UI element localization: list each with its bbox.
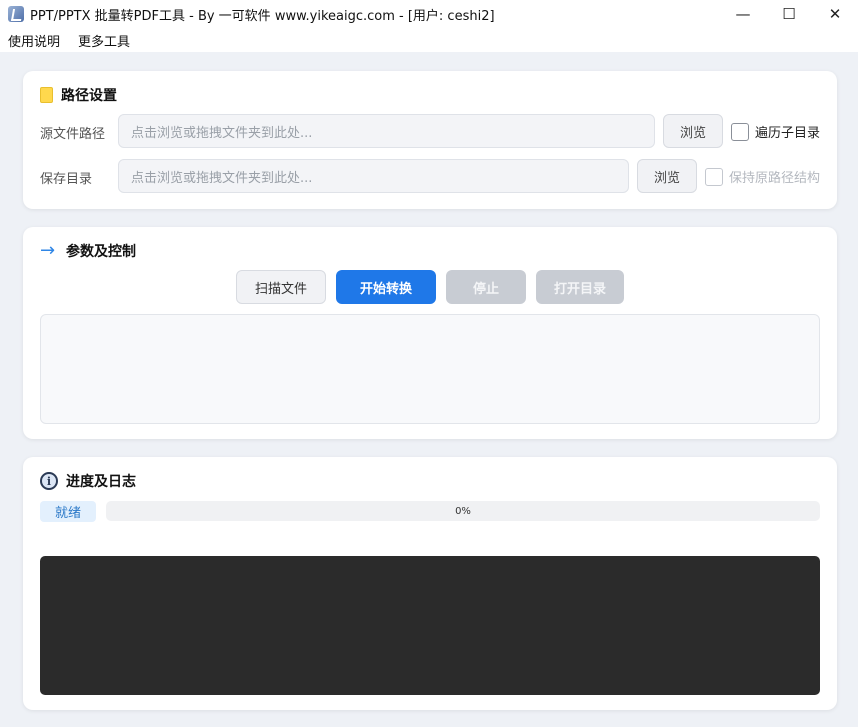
keep-structure-label: 保持原路径结构 [729, 171, 821, 186]
traverse-subdir-checkbox[interactable]: 遍历子目录 [731, 122, 820, 141]
panel-header: i 进度及日志 [40, 471, 136, 491]
start-convert-button[interactable]: 开始转换 [336, 270, 436, 304]
status-badge: 就绪 [40, 501, 96, 522]
params-area [40, 314, 820, 424]
save-browse-button[interactable]: 浏览 [637, 159, 697, 193]
panel-title: 路径设置 [61, 88, 117, 104]
window-title: PPT/PPTX 批量转PDF工具 - By 一可软件 www.yikeaigc… [30, 8, 495, 24]
menu-bar: 使用说明 更多工具 [0, 28, 858, 52]
progress-bar: 0% [106, 501, 820, 521]
params-control-panel: → 参数及控制 扫描文件 开始转换 停止 打开目录 [23, 227, 837, 439]
progress-log-panel: i 进度及日志 就绪 0% [23, 457, 837, 710]
maximize-button[interactable]: ☐ [766, 0, 812, 28]
close-button[interactable]: ✕ [812, 0, 858, 28]
title-bar: PPT/PPTX 批量转PDF工具 - By 一可软件 www.yikeaigc… [0, 0, 858, 28]
panel-header: → 参数及控制 [40, 241, 136, 261]
progress-text: 0% [455, 505, 471, 517]
panel-header: 路径设置 [40, 85, 117, 105]
open-directory-button[interactable]: 打开目录 [536, 270, 624, 304]
checkbox-box[interactable] [705, 167, 723, 186]
save-dir-placeholder: 点击浏览或拖拽文件夹到此处... [131, 170, 313, 186]
menu-item-help[interactable]: 使用说明 [6, 29, 62, 52]
source-path-label: 源文件路径 [40, 127, 106, 142]
keep-structure-checkbox[interactable]: 保持原路径结构 [705, 167, 820, 186]
panel-title: 进度及日志 [66, 474, 136, 490]
save-dir-input[interactable]: 点击浏览或拖拽文件夹到此处... [118, 159, 629, 193]
arrow-right-icon: → [40, 240, 56, 261]
checkbox-box[interactable] [731, 122, 749, 141]
save-dir-label: 保存目录 [40, 172, 93, 187]
info-icon: i [40, 472, 58, 490]
panel-title: 参数及控制 [66, 244, 136, 260]
folder-icon [40, 87, 53, 103]
source-path-placeholder: 点击浏览或拖拽文件夹到此处... [131, 125, 313, 141]
stop-button[interactable]: 停止 [446, 270, 526, 304]
source-browse-button[interactable]: 浏览 [663, 114, 723, 148]
app-logo-icon [8, 6, 24, 22]
source-path-input[interactable]: 点击浏览或拖拽文件夹到此处... [118, 114, 655, 148]
scan-files-button[interactable]: 扫描文件 [236, 270, 326, 304]
window-controls: — ☐ ✕ [720, 0, 858, 28]
log-output[interactable] [40, 556, 820, 695]
minimize-button[interactable]: — [720, 0, 766, 28]
menu-item-more-tools[interactable]: 更多工具 [76, 29, 132, 52]
traverse-subdir-label: 遍历子目录 [755, 126, 821, 141]
path-settings-panel: 路径设置 源文件路径 点击浏览或拖拽文件夹到此处... 浏览 遍历子目录 保存目… [23, 71, 837, 209]
